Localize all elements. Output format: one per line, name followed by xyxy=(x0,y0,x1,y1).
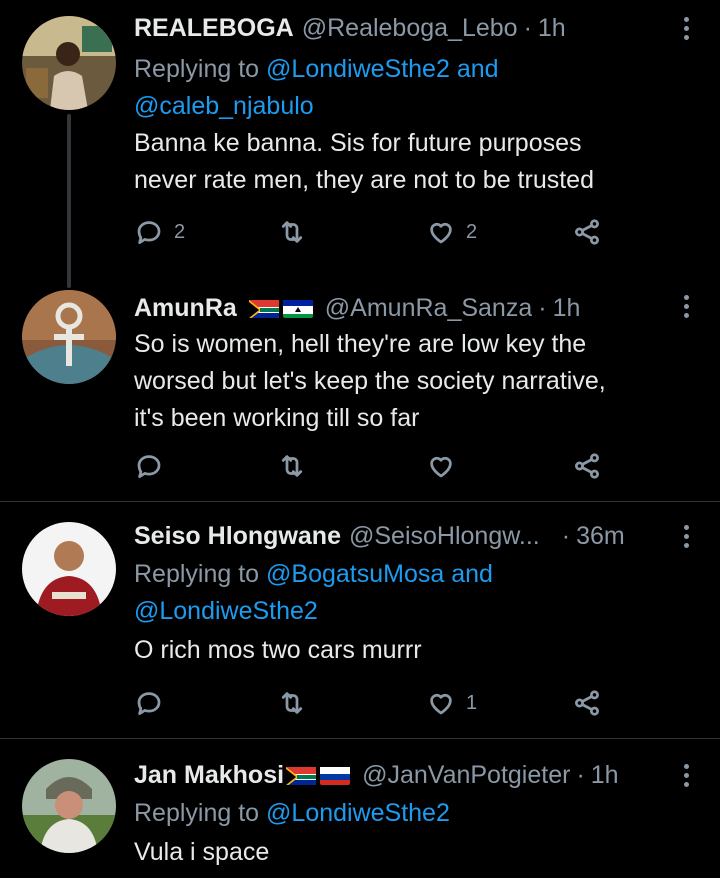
more-icon[interactable] xyxy=(674,288,698,324)
reply-icon xyxy=(137,692,161,715)
tweet-actions: 2 2 xyxy=(134,212,614,252)
retweet-icon xyxy=(281,692,303,714)
tweet-text-line: worsed but let's keep the society narrat… xyxy=(134,367,606,395)
more-icon[interactable] xyxy=(674,518,698,554)
user-handle[interactable]: @AmunRa_Sanza xyxy=(325,294,532,323)
replying-to: Replying to @BogatsuMosa and @LondiweSth… xyxy=(134,556,680,630)
replying-prefix: Replying to xyxy=(134,55,260,83)
tweet-text-line: O rich mos two cars murrr xyxy=(134,636,422,664)
separator: · xyxy=(538,293,547,322)
retweet-button[interactable] xyxy=(277,217,317,247)
tweet-2[interactable]: AmunRa @AmunRa_Sanza · 1h So is women, h… xyxy=(0,280,720,502)
tweet-text-line: Banna ke banna. Sis for future purposes xyxy=(134,129,582,157)
tweet-4[interactable]: Jan Makhosi @JanVanPotgieter · 1h Replyi… xyxy=(0,739,720,878)
retweet-button[interactable] xyxy=(277,451,307,481)
like-button[interactable]: 1 xyxy=(426,688,477,718)
reply-icon xyxy=(137,455,161,478)
south-africa-flag-icon xyxy=(286,765,317,785)
replying-and: and xyxy=(456,55,499,83)
replying-prefix: Replying to xyxy=(134,799,260,827)
mention-link[interactable]: @BogatsuMosa xyxy=(266,560,444,588)
reply-button[interactable] xyxy=(134,688,164,718)
avatar[interactable] xyxy=(22,290,116,384)
mention-link[interactable]: @LondiweSthe2 xyxy=(266,55,450,83)
separator: · xyxy=(561,521,571,550)
reply-count: 2 xyxy=(174,220,186,243)
replying-to: Replying to @LondiweSthe2 xyxy=(134,795,680,832)
avatar[interactable] xyxy=(22,16,116,110)
retweet-icon xyxy=(281,221,303,243)
tweet-text: Banna ke banna. Sis for future purposes … xyxy=(134,125,680,199)
avatar-photo xyxy=(22,16,116,110)
share-button[interactable] xyxy=(572,451,602,481)
tweet-text: O rich mos two cars murrr xyxy=(134,632,680,669)
avatar[interactable] xyxy=(22,522,116,616)
share-icon xyxy=(575,219,599,245)
tweet-text-line: So is women, hell they're are low key th… xyxy=(134,330,587,358)
timestamp[interactable]: 36m xyxy=(576,522,625,551)
user-handle[interactable]: @SeisoHlongw... xyxy=(349,522,540,551)
tweet-3[interactable]: Seiso Hlongwane @SeisoHlongw... · 36m Re… xyxy=(0,502,720,738)
retweet-icon xyxy=(281,455,303,477)
retweet-button[interactable] xyxy=(277,688,307,718)
more-icon[interactable] xyxy=(674,757,698,793)
share-button[interactable] xyxy=(572,688,602,718)
like-count: 2 xyxy=(466,220,478,243)
like-icon xyxy=(430,222,452,244)
display-name[interactable]: AmunRa xyxy=(134,294,237,323)
tweet-text: So is women, hell they're are low key th… xyxy=(134,326,680,437)
russia-flag-icon xyxy=(320,765,351,785)
avatar-photo xyxy=(22,522,116,616)
separator: · xyxy=(576,760,585,789)
tweet-actions: 1 xyxy=(134,683,614,723)
user-handle[interactable]: @JanVanPotgieter xyxy=(362,761,570,790)
tweet-header: Jan Makhosi @JanVanPotgieter · 1h xyxy=(134,755,680,795)
separator: · xyxy=(523,13,532,42)
replying-prefix: Replying to xyxy=(134,560,260,588)
share-icon xyxy=(575,453,599,479)
like-button[interactable]: 2 xyxy=(426,217,477,247)
tweet-text-line: never rate men, they are not to be trust… xyxy=(134,166,594,194)
lesotho-flag-icon xyxy=(282,298,313,318)
timestamp[interactable]: 1h xyxy=(538,14,566,43)
tweet-header: REALEBOGA @Realeboga_Lebo · 1h xyxy=(134,8,680,48)
display-name[interactable]: Jan Makhosi xyxy=(134,761,284,790)
tweet-1[interactable]: REALEBOGA @Realeboga_Lebo · 1h Replying … xyxy=(0,0,720,288)
tweet-header: Seiso Hlongwane @SeisoHlongw... · 36m xyxy=(134,516,680,556)
share-icon xyxy=(575,690,599,716)
tweet-text-line: it's been working till so far xyxy=(134,404,420,432)
thread-line xyxy=(67,114,71,288)
share-button[interactable] xyxy=(572,217,602,247)
timestamp[interactable]: 1h xyxy=(591,761,619,790)
like-icon xyxy=(430,456,452,478)
reply-button[interactable]: 2 xyxy=(134,217,185,247)
tweet-actions xyxy=(134,446,614,486)
replying-and: and xyxy=(451,560,493,588)
tweet-text-line: Vula i space xyxy=(134,838,270,866)
avatar-photo xyxy=(22,290,116,384)
mention-link[interactable]: @caleb_njabulo xyxy=(134,92,314,120)
user-handle[interactable]: @Realeboga_Lebo xyxy=(302,14,518,43)
more-icon[interactable] xyxy=(674,10,698,46)
like-count: 1 xyxy=(466,691,478,714)
display-name[interactable]: REALEBOGA xyxy=(134,14,294,43)
like-button[interactable] xyxy=(426,451,456,481)
south-africa-flag-icon xyxy=(248,298,279,318)
avatar[interactable] xyxy=(22,759,116,853)
reply-button[interactable] xyxy=(134,451,164,481)
tweet-text: Vula i space xyxy=(134,834,680,871)
replying-to: Replying to @LondiweSthe2 and @caleb_nja… xyxy=(134,51,680,125)
avatar-photo xyxy=(22,759,116,853)
display-name[interactable]: Seiso Hlongwane xyxy=(134,522,341,551)
timestamp[interactable]: 1h xyxy=(553,294,581,323)
tweet-header: AmunRa @AmunRa_Sanza · 1h xyxy=(134,288,680,328)
reply-icon xyxy=(137,221,161,244)
mention-link[interactable]: @LondiweSthe2 xyxy=(134,597,318,625)
mention-link[interactable]: @LondiweSthe2 xyxy=(266,799,450,827)
like-icon xyxy=(430,693,452,715)
